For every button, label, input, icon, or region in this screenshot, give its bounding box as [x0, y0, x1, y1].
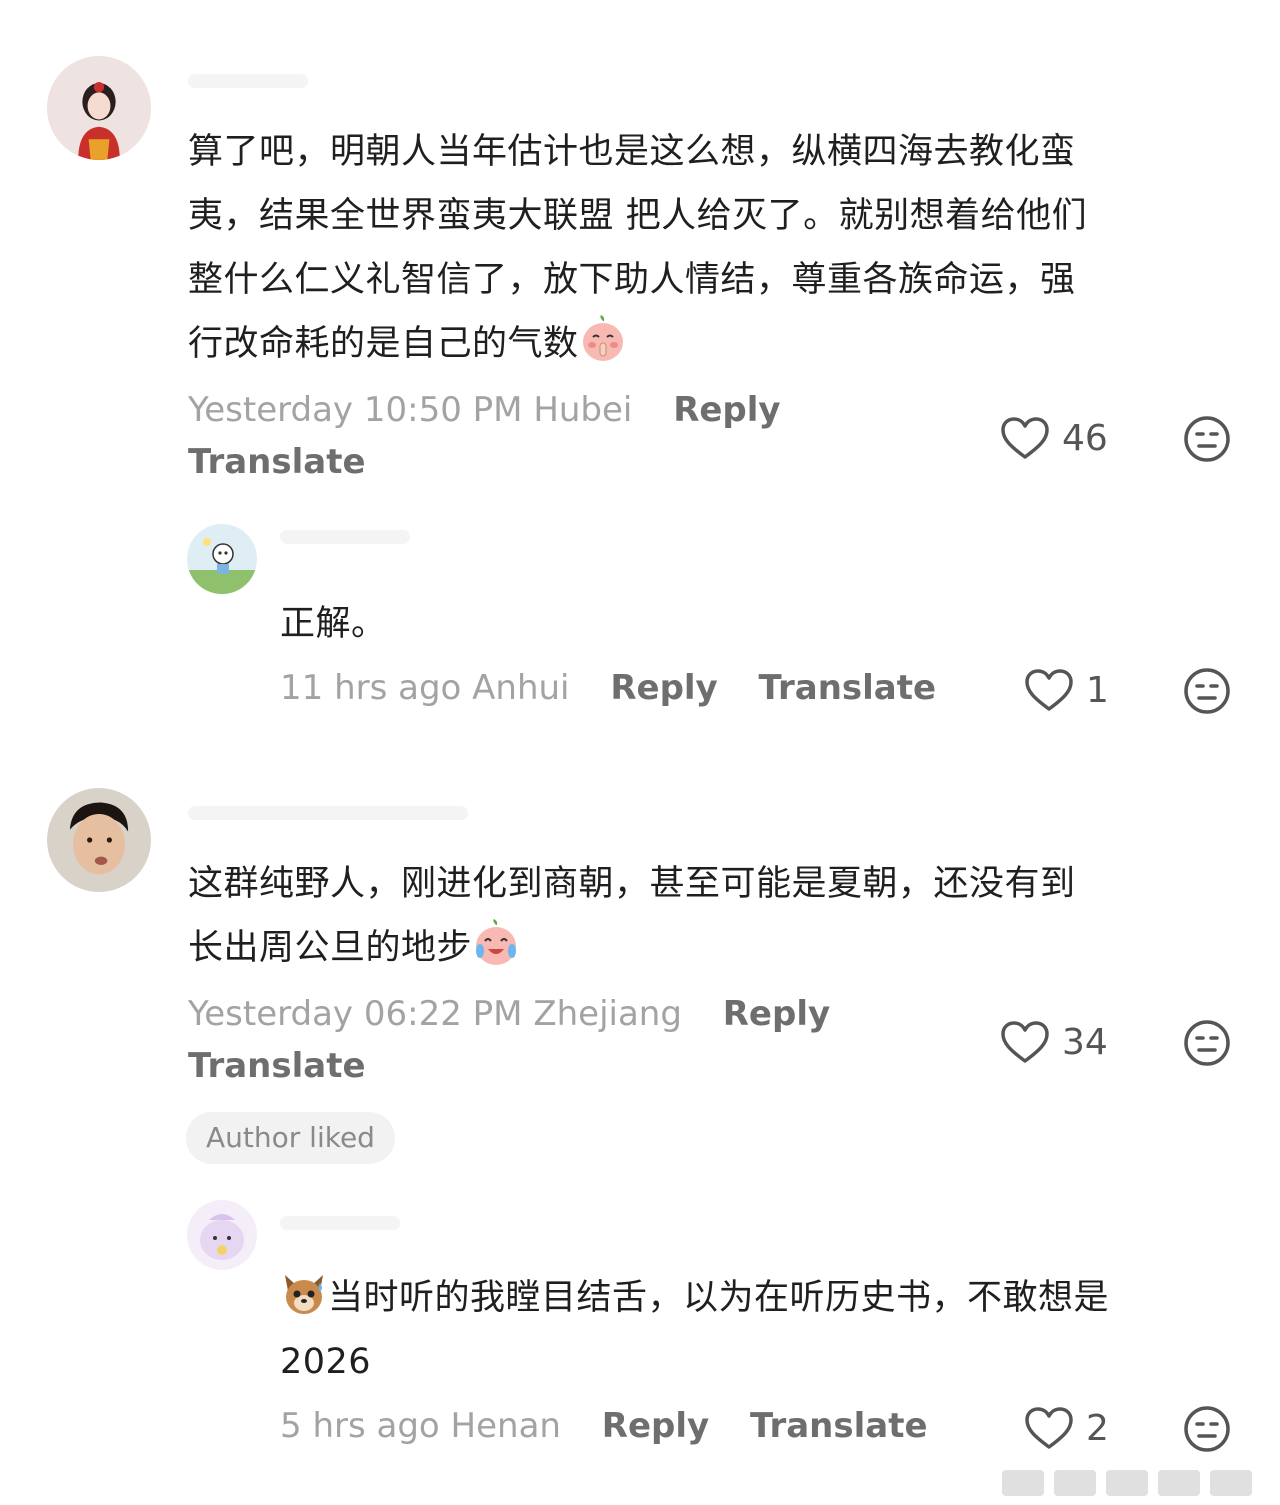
translate-button[interactable]: Translate — [750, 1406, 928, 1446]
like-button[interactable]: 2 — [1024, 1405, 1109, 1451]
like-count: 1 — [1086, 669, 1109, 711]
region: Zhejiang — [533, 994, 682, 1034]
shush-peach-emoji-icon — [579, 315, 627, 363]
comment-meta: 5 hrs ago Henan Reply Translate — [280, 1400, 928, 1452]
like-count: 46 — [1062, 417, 1108, 459]
dislike-button[interactable] — [1182, 1404, 1232, 1454]
avatar[interactable] — [187, 1200, 257, 1270]
comment-text: 这群纯野人，刚进化到商朝，甚至可能是夏朝，还没有到 长出周公旦的地步 — [188, 864, 1076, 968]
author-liked-badge: Author liked — [186, 1112, 395, 1164]
translate-button[interactable]: Translate — [188, 436, 366, 488]
crying-laughing-peach-emoji-icon — [472, 919, 520, 967]
avatar[interactable] — [47, 56, 151, 160]
neutral-face-icon — [1184, 416, 1230, 462]
avatar[interactable] — [47, 788, 151, 892]
neutral-face-icon — [1184, 1020, 1230, 1066]
comment-text: 当时听的我瞠目结舌，以为在听历史书，不敢想是 2026 — [280, 1266, 1240, 1394]
dislike-button[interactable] — [1182, 666, 1232, 716]
timestamp: Yesterday 10:50 PM — [188, 390, 523, 430]
comment-meta: Yesterday 06:22 PM Zhejiang Reply — [188, 988, 830, 1040]
comment-text: 正解。 — [280, 604, 387, 644]
heart-outline-icon — [1025, 1407, 1073, 1449]
heart-outline-icon — [1001, 417, 1049, 459]
timestamp: Yesterday 06:22 PM — [188, 994, 523, 1034]
region: Hubei — [533, 390, 633, 430]
translate-button[interactable]: Translate — [188, 1040, 366, 1092]
like-count: 2 — [1086, 1407, 1109, 1449]
timestamp: 5 hrs ago — [280, 1406, 440, 1446]
neutral-face-icon — [1184, 1406, 1230, 1452]
neutral-face-icon — [1184, 668, 1230, 714]
timestamp: 11 hrs ago — [280, 668, 462, 708]
region: Henan — [450, 1406, 561, 1446]
reply-button[interactable]: Reply — [602, 1406, 709, 1446]
username-placeholder[interactable] — [280, 1216, 400, 1230]
dislike-button[interactable] — [1182, 1018, 1232, 1068]
heart-outline-icon — [1001, 1021, 1049, 1063]
comment-text: 算了吧，明朝人当年估计也是这么想，纵横四海去教化蛮 夷，结果全世界蛮夷大联盟 把… — [188, 132, 1088, 364]
sweating-dog-emoji-icon — [280, 1269, 328, 1317]
reply-button[interactable]: Reply — [723, 994, 830, 1034]
watermark-bar — [1002, 1470, 1252, 1496]
avatar[interactable] — [187, 524, 257, 594]
dislike-button[interactable] — [1182, 414, 1232, 464]
like-button[interactable]: 46 — [1000, 415, 1108, 461]
comment-meta: Yesterday 10:50 PM Hubei Reply — [188, 384, 781, 436]
reply-button[interactable]: Reply — [610, 668, 717, 708]
username-placeholder[interactable] — [188, 806, 468, 820]
like-button[interactable]: 1 — [1024, 667, 1109, 713]
region: Anhui — [472, 668, 570, 708]
reply-button[interactable]: Reply — [673, 390, 780, 430]
like-count: 34 — [1062, 1021, 1108, 1063]
username-placeholder[interactable] — [188, 74, 308, 88]
heart-outline-icon — [1025, 669, 1073, 711]
translate-button[interactable]: Translate — [759, 668, 937, 708]
username-placeholder[interactable] — [280, 530, 410, 544]
comment-meta: 11 hrs ago Anhui Reply Translate — [280, 662, 936, 714]
like-button[interactable]: 34 — [1000, 1019, 1108, 1065]
